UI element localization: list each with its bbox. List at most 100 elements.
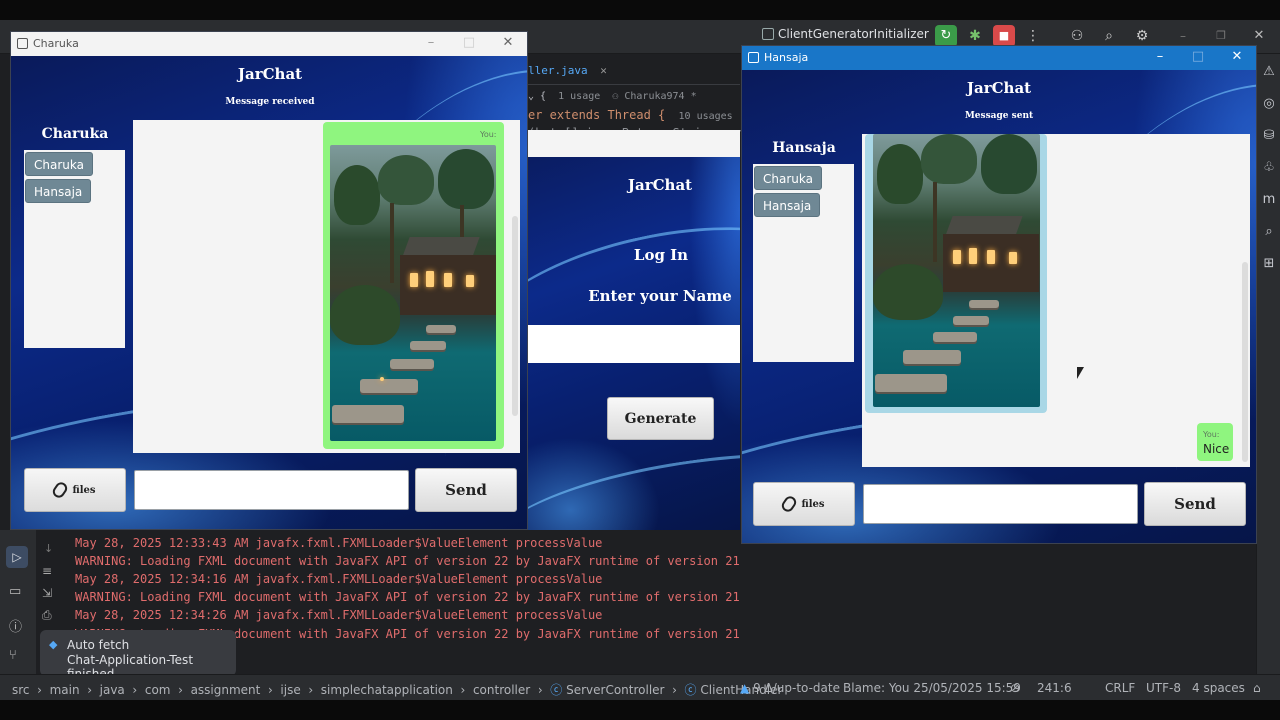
name-prompt: Enter your Name bbox=[588, 287, 732, 305]
gear-icon[interactable]: ⚙ bbox=[1131, 25, 1153, 47]
line-separator[interactable]: CRLF bbox=[1105, 681, 1135, 695]
vcs-icon: ▲ bbox=[740, 681, 750, 695]
search-icon[interactable]: ⌕ bbox=[1098, 25, 1120, 47]
rerun-button[interactable]: ↻ bbox=[935, 25, 957, 47]
image-message-bubble[interactable] bbox=[865, 134, 1047, 413]
current-user-name: Charuka bbox=[41, 126, 109, 142]
console-line: May 28, 2025 12:33:43 AM javafx.fxml.FXM… bbox=[75, 536, 603, 550]
ide-close-icon[interactable]: ✕ bbox=[1248, 25, 1270, 47]
run-config-icon bbox=[762, 28, 774, 40]
java-app-icon bbox=[748, 52, 759, 63]
ai-assistant-icon[interactable]: ◎ bbox=[1261, 96, 1277, 112]
mouse-cursor bbox=[1077, 367, 1084, 379]
minimize-icon[interactable]: – bbox=[1150, 49, 1170, 64]
window-titlebar[interactable]: Charuka – □ ✕ bbox=[11, 32, 527, 56]
database-icon[interactable]: ⛁ bbox=[1261, 128, 1277, 144]
console-line: May 28, 2025 12:34:26 AM javafx.fxml.FXM… bbox=[75, 608, 603, 622]
problems-icon[interactable]: ⓘ bbox=[9, 616, 22, 635]
close-icon[interactable]: ✕ bbox=[498, 35, 518, 50]
paperclip-icon bbox=[779, 494, 799, 514]
no-inspections-icon[interactable]: ⊘ bbox=[1010, 681, 1020, 695]
terminal-icon[interactable]: ▭ bbox=[9, 584, 21, 599]
window-title: Hansaja bbox=[764, 51, 809, 64]
class-icon: ⓒ bbox=[550, 683, 563, 697]
app-title: JarChat bbox=[966, 79, 1032, 97]
text-message-bubble[interactable]: You: Nice bbox=[1197, 423, 1233, 461]
user-button-hansaja[interactable]: Hansaja bbox=[754, 193, 821, 217]
plugins-icon[interactable]: ⊞ bbox=[1261, 256, 1277, 272]
code-hint-line: ⌄ { 1 usage ⚇ Charuka974 * bbox=[528, 91, 697, 102]
message-scrollbar[interactable] bbox=[1242, 262, 1248, 462]
notifications-icon[interactable]: ⚠ bbox=[1261, 64, 1277, 80]
message-area[interactable]: You: Nice bbox=[862, 134, 1250, 467]
generate-button[interactable]: Generate bbox=[607, 397, 714, 440]
caret-position[interactable]: 241:6 bbox=[1037, 681, 1072, 695]
scroll-end-icon[interactable]: ⇲ bbox=[42, 586, 52, 600]
editor-tab[interactable]: ller.java ✕ bbox=[528, 64, 607, 77]
image-message-bubble[interactable]: You: bbox=[323, 122, 504, 449]
name-input[interactable] bbox=[528, 325, 740, 363]
user-list: Charuka Hansaja bbox=[24, 150, 125, 348]
print-icon[interactable]: ⎙ bbox=[42, 608, 52, 623]
scroll-down-icon[interactable]: ↓ bbox=[44, 542, 53, 555]
ide-minimize-icon[interactable]: – bbox=[1172, 25, 1194, 47]
login-heading: Log In bbox=[633, 246, 689, 264]
charuka-chat-window: Charuka – □ ✕ JarChat Message received C… bbox=[10, 31, 528, 530]
window-title: Charuka bbox=[33, 37, 79, 50]
app-title: JarChat bbox=[237, 65, 303, 83]
soft-wrap-icon[interactable]: ≡ bbox=[42, 564, 52, 578]
user-button-charuka[interactable]: Charuka bbox=[25, 152, 93, 176]
send-button[interactable]: Send bbox=[1144, 482, 1246, 526]
auto-fetch-notification[interactable]: ◆ Auto fetch Chat-Application-Test finis… bbox=[40, 630, 236, 681]
maximize-icon[interactable]: □ bbox=[459, 35, 479, 50]
close-icon[interactable]: ✕ bbox=[600, 64, 607, 77]
debug-icon[interactable]: ✱ bbox=[964, 25, 986, 47]
blame-status[interactable]: Blame: You 25/05/2025 15:59 bbox=[843, 681, 1021, 695]
right-tool-rail: ⚠ ◎ ⛁ ♧ m ⌕ ⊞ bbox=[1256, 54, 1280, 674]
code-line: er extends Thread { 10 usages bbox=[528, 108, 733, 122]
user-button-hansaja[interactable]: Hansaja bbox=[25, 179, 92, 203]
screen-top-bar bbox=[0, 0, 1280, 20]
files-button[interactable]: files bbox=[24, 468, 126, 512]
run-configuration-selector[interactable]: ClientGeneratorInitializer ⌄ bbox=[762, 27, 943, 41]
sender-label: You: bbox=[1203, 430, 1220, 439]
close-icon[interactable]: ✕ bbox=[1227, 49, 1247, 64]
more-options-icon[interactable]: ⋮ bbox=[1022, 25, 1044, 47]
message-input[interactable] bbox=[863, 484, 1138, 524]
files-label: files bbox=[801, 498, 825, 510]
console-line: May 28, 2025 12:34:16 AM javafx.fxml.FXM… bbox=[75, 572, 603, 586]
ide-restore-icon[interactable]: ❐ bbox=[1210, 25, 1232, 47]
window-titlebar[interactable]: Hansaja – □ ✕ bbox=[742, 46, 1256, 70]
message-text: Nice bbox=[1203, 442, 1230, 456]
profile-icon[interactable]: ⚇ bbox=[1066, 25, 1088, 47]
status-text: Message sent bbox=[964, 111, 1034, 121]
maven-icon[interactable]: m bbox=[1261, 192, 1277, 208]
hansaja-chat-window: Hansaja – □ ✕ JarChat Message sent Hansa… bbox=[741, 45, 1257, 544]
user-button-charuka[interactable]: Charuka bbox=[754, 166, 822, 190]
shared-image[interactable] bbox=[873, 134, 1040, 407]
inspect-icon[interactable]: ⌕ bbox=[1261, 224, 1277, 240]
send-button[interactable]: Send bbox=[415, 468, 517, 512]
breadcrumb[interactable]: src › main › java › com › assignment › i… bbox=[12, 681, 782, 698]
console-line: WARNING: Loading FXML document with Java… bbox=[75, 554, 740, 568]
stop-button[interactable]: ■ bbox=[993, 25, 1015, 47]
lock-icon[interactable]: ⌂ bbox=[1253, 681, 1261, 695]
message-scrollbar[interactable] bbox=[512, 216, 518, 416]
git-icon[interactable]: ⑂ bbox=[9, 648, 17, 663]
shared-image[interactable] bbox=[330, 145, 496, 441]
files-button[interactable]: files bbox=[753, 482, 855, 526]
sender-label: You: bbox=[480, 130, 497, 139]
maximize-icon[interactable]: □ bbox=[1188, 49, 1208, 64]
file-encoding[interactable]: UTF-8 bbox=[1146, 681, 1181, 695]
minimize-icon[interactable]: – bbox=[421, 35, 441, 50]
vcs-status[interactable]: ▲ 9 Δ/up-to-date bbox=[740, 681, 840, 695]
run-tool-icon[interactable]: ▷ bbox=[6, 546, 28, 568]
message-input[interactable] bbox=[134, 470, 409, 510]
author-icon: ⚇ bbox=[612, 91, 619, 102]
gradle-icon[interactable]: ♧ bbox=[1261, 160, 1277, 176]
indent-setting[interactable]: 4 spaces bbox=[1192, 681, 1245, 695]
status-text: Message received bbox=[225, 97, 315, 107]
left-tool-rail: ▷ ▭ ⓘ ⑂ bbox=[0, 530, 36, 674]
app-title: JarChat bbox=[627, 176, 693, 194]
message-area[interactable]: You: bbox=[133, 120, 520, 453]
